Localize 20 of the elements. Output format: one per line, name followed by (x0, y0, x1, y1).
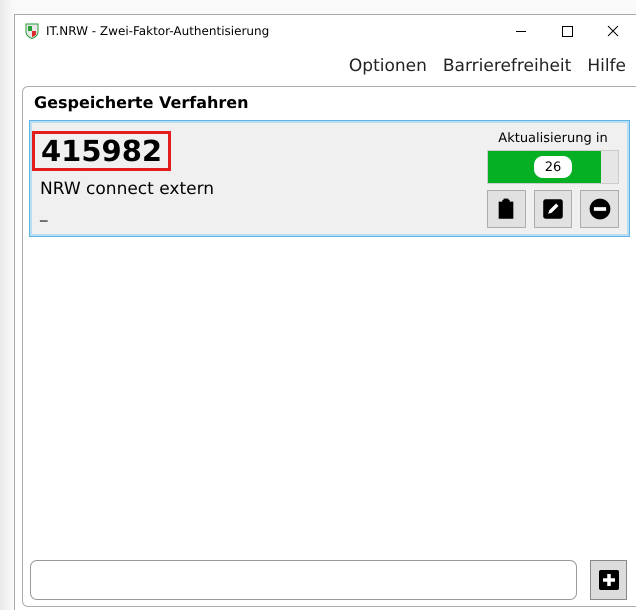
otp-code: 415982 (32, 131, 172, 171)
edit-button[interactable] (534, 190, 572, 228)
countdown-value: 26 (534, 156, 572, 178)
window-title: IT.NRW - Zwei-Faktor-Authentisierung (46, 24, 270, 38)
add-button[interactable] (590, 560, 627, 600)
plus-icon (598, 570, 618, 590)
menu-item[interactable]: Optionen (348, 56, 427, 79)
refresh-label: Aktualisierung in (497, 131, 609, 146)
panel-title: Gespeicherte Verfahren (34, 93, 250, 112)
remove-button[interactable] (580, 190, 619, 228)
menu-item[interactable]: Hilfe (587, 56, 626, 79)
pencil-icon (542, 198, 564, 220)
entry-card[interactable]: 415982 NRW connect extern _ Aktualisierung in 26 (30, 121, 629, 236)
copy-button[interactable] (486, 190, 526, 228)
entry-name: NRW connect extern (40, 179, 214, 199)
menu-item[interactable]: Barrierefreiheit (442, 56, 572, 79)
shield-icon (25, 23, 39, 39)
minus-circle-icon (588, 198, 611, 220)
entry-note: _ (40, 205, 48, 221)
new-entry-field[interactable] (30, 560, 577, 600)
